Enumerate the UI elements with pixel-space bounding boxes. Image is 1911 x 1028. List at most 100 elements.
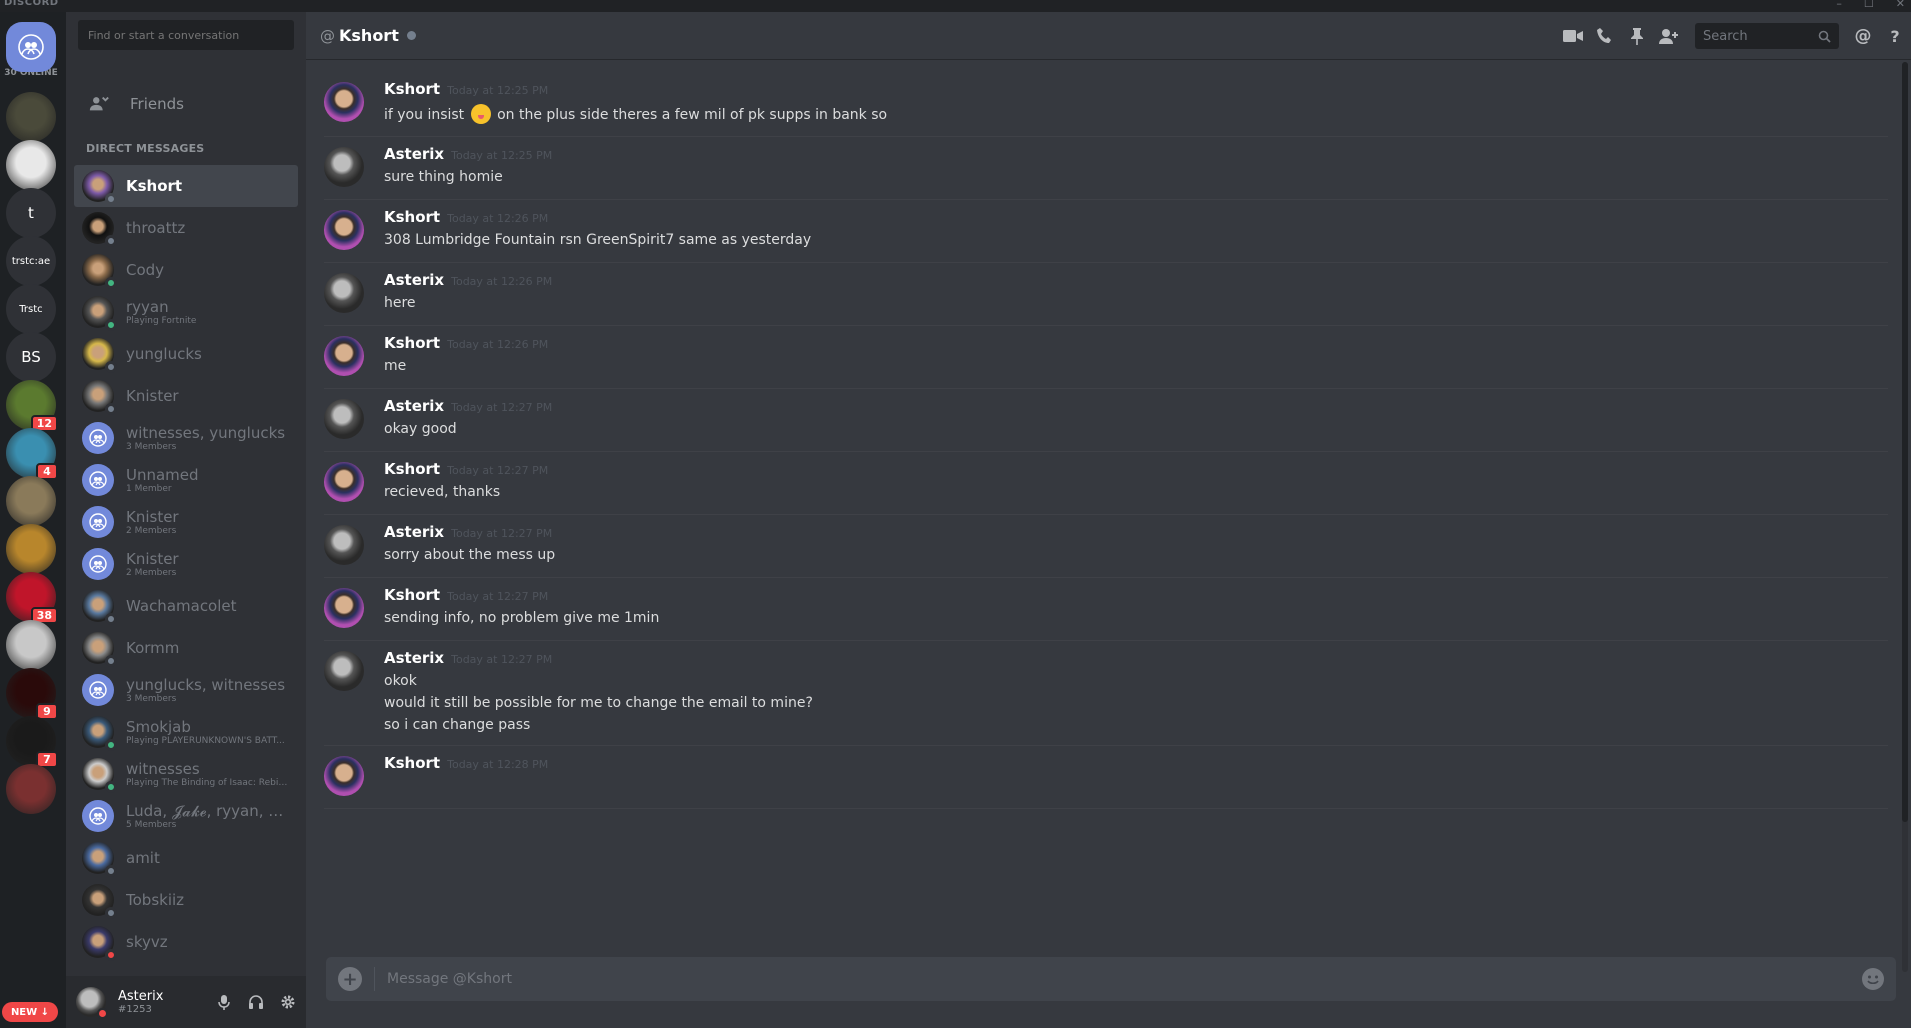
channel-status-dot: [406, 31, 416, 40]
message-avatar[interactable]: [324, 525, 364, 565]
upload-button[interactable]: +: [338, 967, 362, 991]
user-status-dot: [97, 1008, 108, 1019]
guild-icon-server-10[interactable]: [6, 476, 56, 526]
user-tag: #1253: [118, 1004, 152, 1015]
message-avatar[interactable]: [324, 82, 364, 122]
message-avatar[interactable]: [324, 756, 364, 796]
status-dot: [105, 739, 117, 751]
guild-icon-server-11[interactable]: [6, 524, 56, 574]
dm-item[interactable]: amit: [74, 837, 298, 879]
message: Kshort Today at 12:26 PM 308 Lumbridge Fou…: [324, 200, 1888, 263]
message: Asterix Today at 12:27 PM okok would it sti…: [324, 641, 1888, 746]
close-icon[interactable]: ✕: [1896, 0, 1905, 10]
guild-icon-trstc-ae[interactable]: trstc:ae: [6, 236, 56, 286]
dm-item[interactable]: throattz: [74, 207, 298, 249]
guild-icon-server-14[interactable]: 9: [6, 668, 58, 720]
guild-icon-server-13[interactable]: [6, 620, 56, 670]
message-avatar[interactable]: [324, 399, 364, 439]
guild-icon-server-12[interactable]: 38: [6, 572, 58, 624]
message-author[interactable]: Kshort: [384, 754, 440, 772]
channel-title: Kshort: [339, 26, 399, 45]
dm-item[interactable]: Cody: [74, 249, 298, 291]
maximize-icon[interactable]: ☐: [1864, 0, 1874, 10]
message-avatar[interactable]: [324, 210, 364, 250]
avatar: [82, 758, 117, 793]
user-avatar[interactable]: [76, 987, 108, 1019]
dm-name: throattz: [126, 219, 186, 237]
help-button[interactable]: ?: [1879, 20, 1911, 52]
message-author[interactable]: Kshort: [384, 208, 440, 226]
message-timestamp: Today at 12:25 PM: [451, 149, 553, 162]
message-avatar[interactable]: [324, 273, 364, 313]
message-avatar[interactable]: [324, 147, 364, 187]
dm-item[interactable]: Unnamed 1 Member: [74, 459, 298, 501]
message-text: so i can change pass: [384, 717, 531, 733]
dm-item[interactable]: Knister 2 Members: [74, 543, 298, 585]
add-friend-to-dm-button[interactable]: [1653, 20, 1685, 52]
message-author[interactable]: Asterix: [384, 397, 444, 415]
message-avatar[interactable]: [324, 462, 364, 502]
dm-item[interactable]: ryyan Playing Fortnite: [74, 291, 298, 333]
guild-icon-server-16[interactable]: [6, 764, 56, 814]
message-author[interactable]: Kshort: [384, 80, 440, 98]
dm-item[interactable]: yunglucks: [74, 333, 298, 375]
video-call-button[interactable]: [1557, 20, 1589, 52]
dm-item[interactable]: witnesses Playing The Binding of Isaac: R…: [74, 753, 298, 795]
chat-search-input[interactable]: Search: [1695, 23, 1839, 49]
message-author[interactable]: Kshort: [384, 334, 440, 352]
guild-icon-server-1[interactable]: [6, 92, 56, 142]
guild-icon-server-8[interactable]: 12: [6, 380, 58, 432]
guild-icon-friends[interactable]: [6, 22, 56, 72]
minimize-icon[interactable]: –: [1836, 0, 1842, 10]
guild-icon-bs[interactable]: BS: [6, 332, 56, 382]
message-scrollbar[interactable]: [1902, 62, 1908, 972]
message-text: sending info, no problem give me 1min: [384, 610, 660, 626]
message-avatar[interactable]: [324, 651, 364, 691]
voice-call-button[interactable]: [1589, 20, 1621, 52]
dm-item[interactable]: Smokjab Playing PLAYERUNKNOWN'S BATT...: [74, 711, 298, 753]
dm-item[interactable]: skyvz: [74, 921, 298, 963]
dm-item[interactable]: Knister 2 Members: [74, 501, 298, 543]
dm-subtitle: Playing Fortnite: [126, 316, 197, 326]
friends-nav[interactable]: Friends: [74, 84, 298, 124]
guild-icon-trstc[interactable]: Trstc: [6, 284, 56, 334]
dm-item[interactable]: Wachamacolet: [74, 585, 298, 627]
message: Kshort Today at 12:27 PM recieved, thanks: [324, 452, 1888, 515]
new-unreads-pill[interactable]: NEW ↓: [2, 1002, 58, 1022]
emoji-picker-button[interactable]: [1862, 968, 1884, 990]
dm-item[interactable]: yunglucks, witnesses 3 Members: [74, 669, 298, 711]
dm-name: witnesses, yunglucks: [126, 424, 286, 442]
guild-sidebar: 30 ONLINE NEW ↓ t trstc:ae Trstc BS 12 4 38 9 7: [0, 12, 66, 1028]
message-author[interactable]: Asterix: [384, 523, 444, 541]
dm-item[interactable]: witnesses, yunglucks 3 Members: [74, 417, 298, 459]
scrollbar-thumb[interactable]: [1902, 62, 1908, 822]
dm-item[interactable]: Luda, 𝓙𝓪𝓴𝓮, ryyan, kail... 5 Members: [74, 795, 298, 837]
guild-icon-server-9[interactable]: 4: [6, 428, 58, 480]
guild-icon-server-2[interactable]: [6, 140, 56, 190]
message-author[interactable]: Asterix: [384, 145, 444, 163]
message-author[interactable]: Asterix: [384, 649, 444, 667]
chat-panel: @ Kshort Search @ ? Kshort Today at 12:2…: [306, 12, 1911, 1028]
message-timestamp: Today at 12:25 PM: [447, 84, 549, 97]
message-author[interactable]: Asterix: [384, 271, 444, 289]
guild-icon-server-15[interactable]: 7: [6, 716, 58, 768]
group-icon: [89, 429, 107, 447]
message: Asterix Today at 12:26 PM here: [324, 263, 1888, 326]
pinned-messages-button[interactable]: [1621, 20, 1653, 52]
message-avatar[interactable]: [324, 588, 364, 628]
window-titlebar: DISCORD – ☐ ✕: [0, 0, 1911, 12]
message-author[interactable]: Kshort: [384, 586, 440, 604]
guild-icon-t[interactable]: t: [6, 188, 56, 238]
dm-item[interactable]: Knister: [74, 375, 298, 417]
dm-item[interactable]: Kshort: [74, 165, 298, 207]
deafen-button[interactable]: [240, 986, 272, 1018]
dm-item[interactable]: Kormm: [74, 627, 298, 669]
mentions-button[interactable]: @: [1847, 20, 1879, 52]
dm-item[interactable]: Tobskiiz: [74, 879, 298, 921]
user-settings-button[interactable]: [272, 986, 304, 1018]
dm-search-input[interactable]: [78, 20, 294, 50]
mute-button[interactable]: [208, 986, 240, 1018]
message-author[interactable]: Kshort: [384, 460, 440, 478]
message-avatar[interactable]: [324, 336, 364, 376]
message-input[interactable]: [387, 971, 1862, 987]
